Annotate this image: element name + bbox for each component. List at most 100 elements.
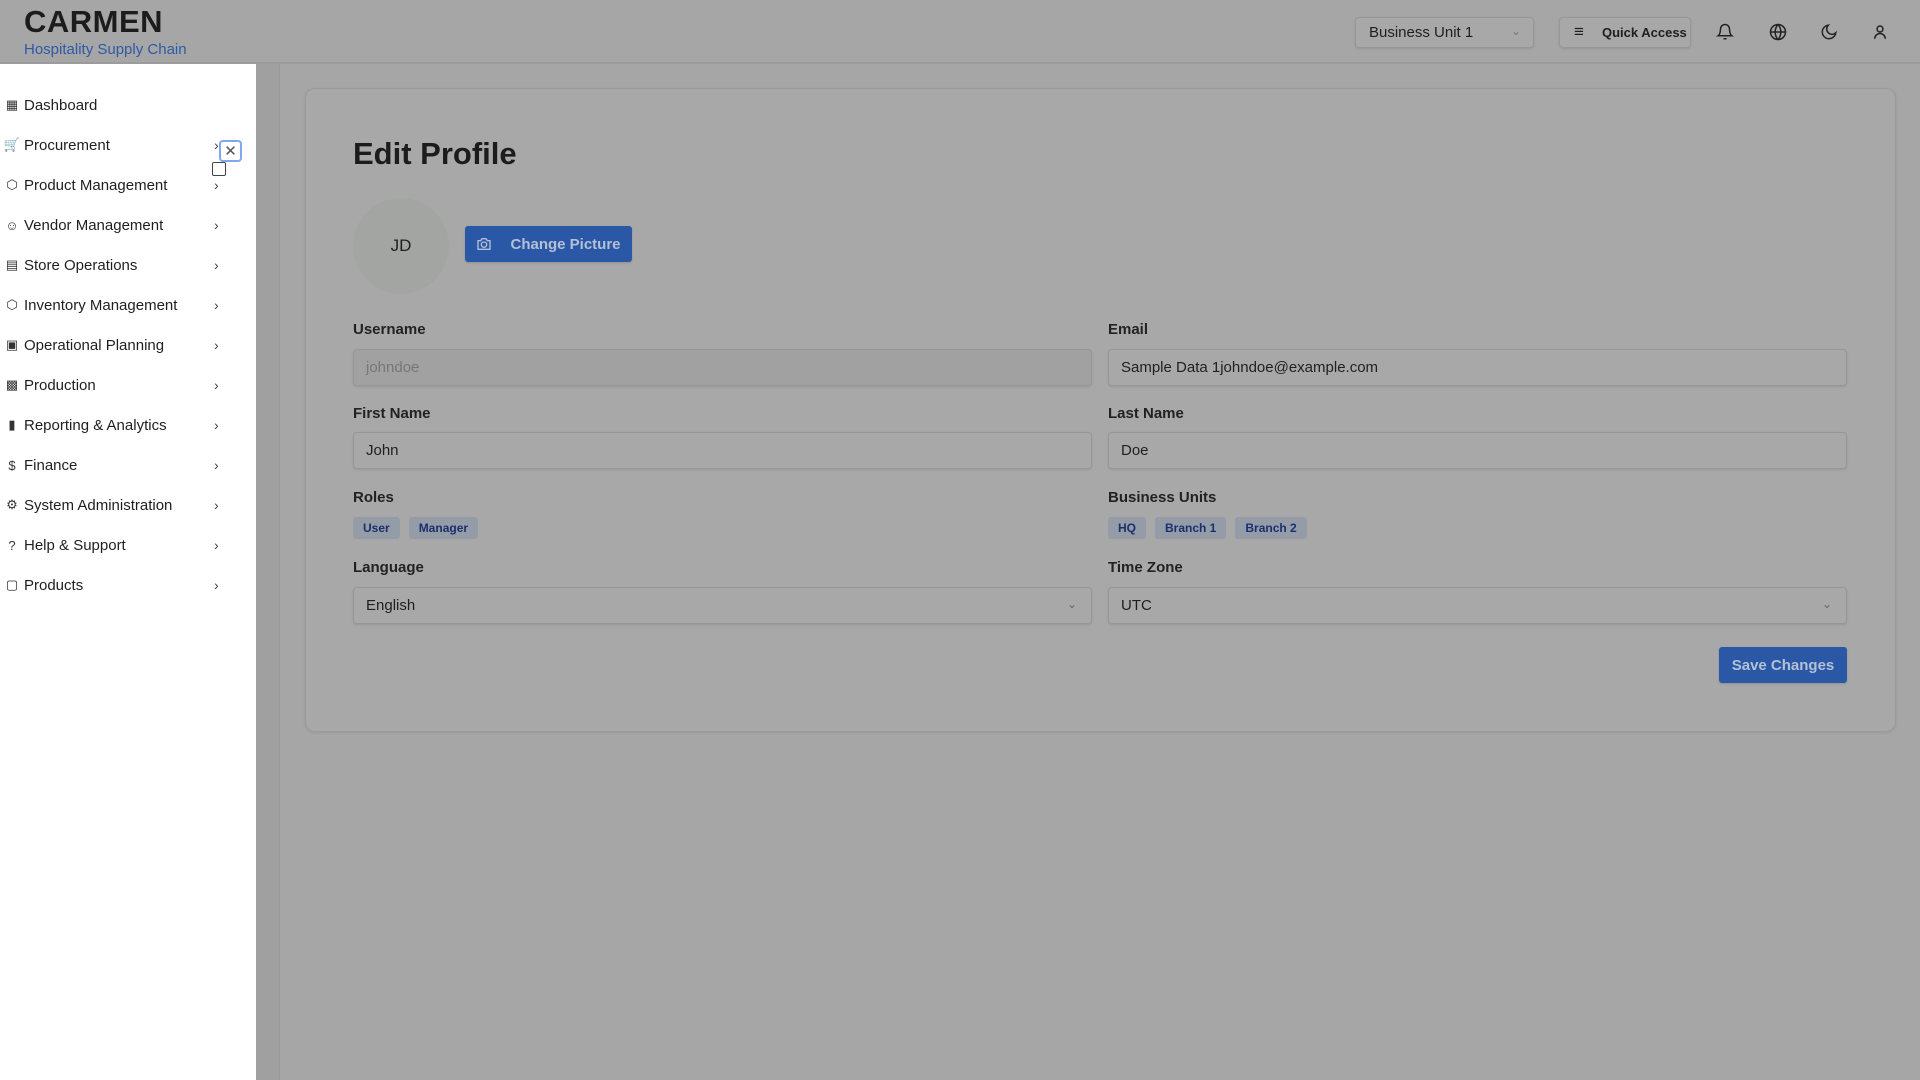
first-name-value: John xyxy=(366,442,399,459)
email-value: Sample Data 1johndoe@example.com xyxy=(1121,359,1379,376)
chevron-right-icon: › xyxy=(214,297,219,313)
sidebar-item-label: Production xyxy=(24,376,96,394)
sidebar-item-inventory-management[interactable]: ⬡ Inventory Management › xyxy=(0,287,230,323)
chevron-right-icon: › xyxy=(214,217,219,233)
chevron-right-icon: › xyxy=(214,137,219,153)
chevron-right-icon: › xyxy=(214,257,219,273)
username-input: johndoe xyxy=(353,349,1092,386)
bar-chart-icon: ▮ xyxy=(8,417,16,432)
last-name-label: Last Name xyxy=(1108,405,1184,422)
timezone-label: Time Zone xyxy=(1108,559,1183,576)
chevron-down-icon: ⌄ xyxy=(1510,24,1521,38)
menu-icon: ≡ xyxy=(1574,22,1584,41)
cart-icon: 🛒 xyxy=(3,137,21,152)
calendar-icon: ▣ xyxy=(5,337,19,352)
language-value: English xyxy=(366,597,416,614)
sidebar-item-operational-planning[interactable]: ▣ Operational Planning › xyxy=(0,327,230,363)
dollar-icon: $ xyxy=(8,457,16,473)
chevron-down-icon: ⌄ xyxy=(1821,597,1832,611)
bell-icon[interactable] xyxy=(1713,20,1737,44)
user-icon[interactable] xyxy=(1868,20,1892,44)
business-unit-select[interactable]: Business Unit 1 ⌄ xyxy=(1355,17,1534,48)
top-header: CARMEN Hospitality Supply Chain Business… xyxy=(0,0,1920,64)
sidebar-item-label: Dashboard xyxy=(24,96,98,114)
avatar: JD xyxy=(353,198,449,294)
sidebar-item-label: Reporting & Analytics xyxy=(24,416,167,434)
sidebar-item-system-administration[interactable]: ⚙ System Administration › xyxy=(0,487,230,523)
moon-icon[interactable] xyxy=(1817,20,1841,44)
business-unit-value: Business Unit 1 xyxy=(1369,24,1474,41)
sidebar-item-label: Operational Planning xyxy=(24,336,165,354)
business-units-label: Business Units xyxy=(1108,489,1217,506)
role-badge: User xyxy=(353,517,400,539)
sidebar-item-product-management[interactable]: ⬡ Product Management › xyxy=(0,167,230,203)
chevron-right-icon: › xyxy=(214,377,219,393)
sidebar-item-label: Store Operations xyxy=(24,256,138,274)
sidebar-item-label: Finance xyxy=(24,456,78,474)
sidebar-item-procurement[interactable]: 🛒 Procurement › xyxy=(0,127,230,163)
sidebar-item-label: Vendor Management xyxy=(24,216,164,234)
chevron-right-icon: › xyxy=(214,537,219,553)
sidebar-item-label: System Administration xyxy=(24,496,173,514)
brand-subtitle: Hospitality Supply Chain xyxy=(24,41,187,58)
edit-profile-card xyxy=(305,88,1896,732)
change-picture-button[interactable]: Change Picture xyxy=(465,226,632,262)
sidebar-item-production[interactable]: ▩ Production › xyxy=(0,367,230,403)
sidebar-item-dashboard[interactable]: ▦ Dashboard xyxy=(0,87,230,123)
first-name-label: First Name xyxy=(353,405,431,422)
sidebar-item-label: Inventory Management xyxy=(24,296,178,314)
users-icon: ☺ xyxy=(5,217,19,233)
factory-icon: ▩ xyxy=(5,377,19,392)
chevron-right-icon: › xyxy=(214,177,219,193)
package-icon: ⬡ xyxy=(6,297,18,312)
email-label: Email xyxy=(1108,321,1149,338)
help-icon: ? xyxy=(8,537,16,553)
change-picture-label: Change Picture xyxy=(510,235,621,253)
quick-access-button[interactable]: ≡ Quick Access xyxy=(1559,17,1691,48)
chevron-right-icon: › xyxy=(214,337,219,353)
page-title: Edit Profile xyxy=(353,136,517,171)
language-select[interactable]: English ⌄ xyxy=(353,587,1092,624)
sidebar-item-store-operations[interactable]: ▤ Store Operations › xyxy=(0,247,230,283)
gear-icon: ⚙ xyxy=(6,497,18,512)
chevron-right-icon: › xyxy=(214,457,219,473)
business-unit-badge: HQ xyxy=(1108,517,1146,539)
first-name-input[interactable]: John xyxy=(353,432,1092,469)
roles-label: Roles xyxy=(353,489,394,506)
role-badge: Manager xyxy=(408,517,479,539)
sidebar-item-products[interactable]: ▢ Products › xyxy=(0,567,230,603)
box-icon: ▢ xyxy=(5,577,19,592)
save-changes-button[interactable]: Save Changes xyxy=(1719,647,1847,683)
chevron-right-icon: › xyxy=(214,417,219,433)
username-label: Username xyxy=(353,321,426,338)
email-input[interactable]: Sample Data 1johndoe@example.com xyxy=(1108,349,1847,386)
business-unit-badge: Branch 2 xyxy=(1235,517,1307,539)
timezone-select[interactable]: UTC ⌄ xyxy=(1108,587,1847,624)
last-name-value: Doe xyxy=(1121,442,1149,459)
language-label: Language xyxy=(353,559,424,576)
store-icon: ▤ xyxy=(5,257,19,272)
dashboard-icon: ▦ xyxy=(5,97,19,112)
business-units-list: HQ Branch 1 Branch 2 xyxy=(1108,517,1307,539)
chevron-right-icon: › xyxy=(214,577,219,593)
sidebar-item-label: Product Management xyxy=(24,176,168,194)
sidebar-item-finance[interactable]: $ Finance › xyxy=(0,447,230,483)
roles-list: User Manager xyxy=(353,517,479,539)
sidebar-item-label: Procurement xyxy=(24,136,110,154)
username-value: johndoe xyxy=(366,359,420,376)
sidebar-item-label: Products xyxy=(24,576,84,594)
brand-logo: CARMEN xyxy=(24,4,164,39)
camera-icon xyxy=(477,238,492,250)
sidebar-item-vendor-management[interactable]: ☺ Vendor Management › xyxy=(0,207,230,243)
package-icon: ⬡ xyxy=(6,177,18,192)
sidebar: ✕ ▦ Dashboard 🛒 Procurement › ⬡ Product Manage… xyxy=(0,64,256,1080)
globe-icon[interactable] xyxy=(1766,20,1790,44)
sidebar-item-reporting-analytics[interactable]: ▮ Reporting & Analytics › xyxy=(0,407,230,443)
last-name-input[interactable]: Doe xyxy=(1108,432,1847,469)
timezone-value: UTC xyxy=(1121,597,1152,614)
sidebar-item-help-support[interactable]: ? Help & Support › xyxy=(0,527,230,563)
chevron-right-icon: › xyxy=(214,497,219,513)
chevron-down-icon: ⌄ xyxy=(1066,597,1077,611)
avatar-initials: JD xyxy=(390,236,412,255)
content-gutter xyxy=(256,64,280,1080)
